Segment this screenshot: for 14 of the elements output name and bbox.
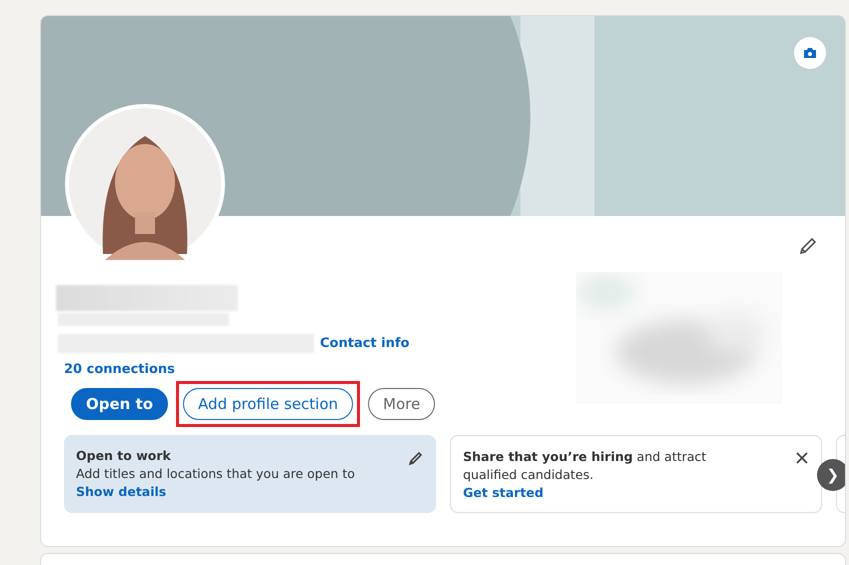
action-button[interactable]: Add profile section	[183, 388, 354, 420]
action-button[interactable]: More	[368, 388, 436, 420]
pencil-icon[interactable]	[798, 236, 818, 256]
card-text: Share that you’re hiring and attract qualified candidates.	[463, 448, 708, 484]
card-link[interactable]: Show details	[76, 483, 355, 501]
close-icon[interactable]	[795, 451, 809, 465]
pencil-icon[interactable]	[408, 450, 424, 466]
card-text: Add titles and locations that you are open to	[76, 465, 355, 483]
card-title: Open to work	[76, 447, 172, 465]
card-link[interactable]: Get started	[463, 484, 753, 502]
next-button[interactable]: ❯	[817, 459, 845, 491]
action-button[interactable]: Open to	[71, 388, 168, 420]
connections-link[interactable]: 20 connections	[64, 362, 442, 377]
contact-info-link[interactable]: Contact info	[320, 336, 410, 351]
